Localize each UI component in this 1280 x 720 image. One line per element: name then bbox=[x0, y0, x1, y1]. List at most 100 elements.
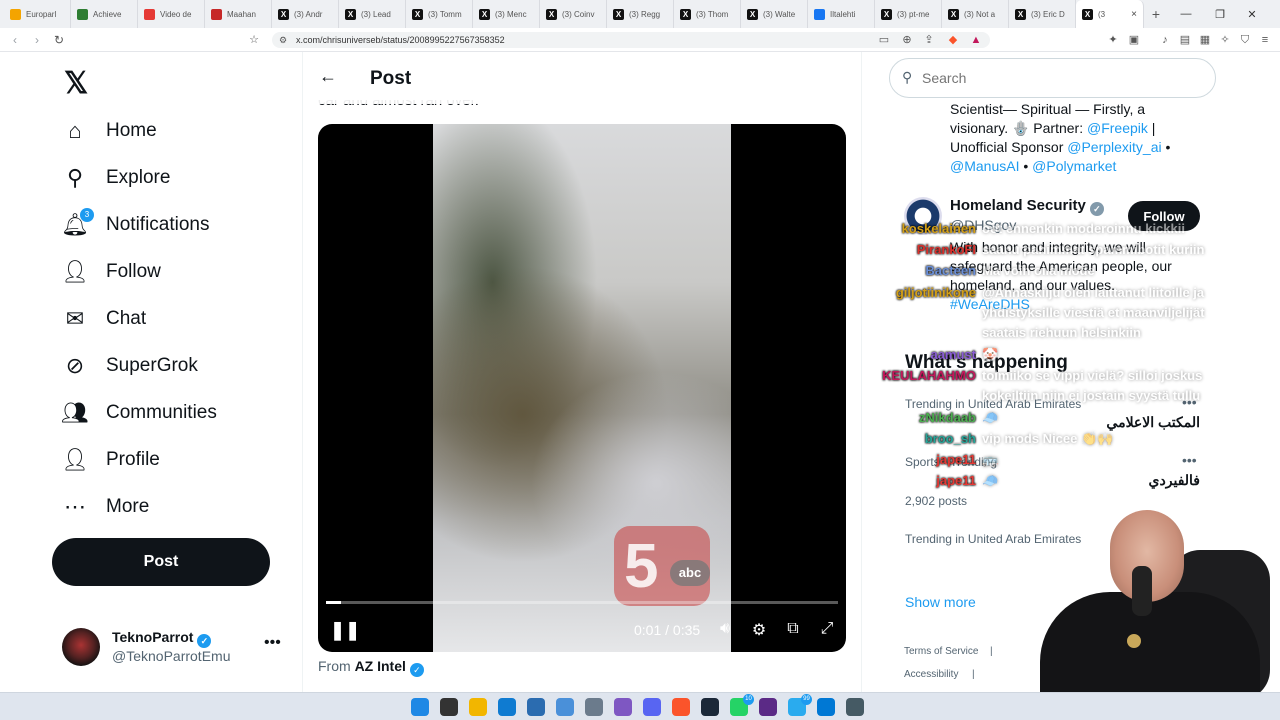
browser-tab[interactable]: X (3) Regg bbox=[607, 0, 674, 28]
browser-tab[interactable]: X (3) Menc bbox=[473, 0, 540, 28]
brave-shield-icon[interactable]: ◆ bbox=[946, 33, 960, 47]
browser-tab[interactable]: Achieve bbox=[71, 0, 138, 28]
post-button[interactable]: Post bbox=[52, 538, 270, 586]
suggested-account-name[interactable]: Homeland Security ✓ bbox=[950, 197, 1104, 216]
app-icon-3[interactable] bbox=[759, 698, 777, 716]
leo-icon[interactable]: ✧ bbox=[1218, 33, 1232, 47]
x-icon: X bbox=[345, 8, 356, 20]
mention-link[interactable]: @Perplexity_ai bbox=[1067, 139, 1161, 155]
browser-tab[interactable]: X (3) pt-me bbox=[875, 0, 942, 28]
settings-icon[interactable]: ⚙ bbox=[748, 620, 770, 640]
account-switcher[interactable]: TeknoParrot ✓ @TeknoParrotEmu ••• bbox=[62, 626, 292, 668]
volume-icon[interactable]: 🔊︎ bbox=[714, 620, 736, 638]
reload-icon[interactable]: ↻ bbox=[48, 33, 70, 47]
nav-item-profile[interactable]: 👤︎ Profile bbox=[61, 440, 160, 480]
main-column: car and almost ran over. ← Post 5 abc ❚❚… bbox=[302, 52, 862, 692]
menu-icon[interactable]: ≡ bbox=[1258, 33, 1272, 47]
search-box[interactable]: ⚲ bbox=[889, 58, 1216, 98]
show-more-link[interactable]: Show more bbox=[905, 594, 976, 610]
screenshot-icon[interactable]: ▣ bbox=[1127, 33, 1141, 47]
browser-tab[interactable]: X (3) Thom bbox=[674, 0, 741, 28]
source-name[interactable]: AZ Intel bbox=[355, 658, 406, 674]
music-icon[interactable]: ♪ bbox=[1158, 33, 1172, 47]
mention-link[interactable]: @Polymarket bbox=[1032, 158, 1116, 174]
browser-tab[interactable]: X (3) Lead bbox=[339, 0, 406, 28]
settings-icon[interactable] bbox=[585, 698, 603, 716]
more-dots-icon[interactable]: ••• bbox=[264, 634, 281, 652]
nav-item-follow[interactable]: 👤︎ Follow bbox=[61, 252, 161, 292]
site-info-icon[interactable]: ⚙ bbox=[276, 33, 290, 47]
app-icon-2[interactable] bbox=[614, 698, 632, 716]
close-tab-icon[interactable]: × bbox=[1131, 9, 1137, 20]
nav-item-communities[interactable]: 👥︎ Communities bbox=[61, 393, 217, 433]
nav-item-more[interactable]: ⋯ More bbox=[62, 487, 149, 527]
nav-item-notifications[interactable]: 🔔︎ 3 Notifications bbox=[61, 205, 210, 245]
back-arrow-icon[interactable]: ← bbox=[319, 66, 337, 87]
account-handle: @TeknoParrotEmu bbox=[112, 648, 231, 664]
new-tab-icon[interactable]: + bbox=[1144, 6, 1168, 22]
rewards-icon[interactable]: ▲ bbox=[969, 33, 983, 47]
trend-title[interactable]: فالفيردي bbox=[1098, 472, 1200, 489]
mail-icon: ✉ bbox=[65, 306, 85, 331]
file-explorer-icon[interactable] bbox=[469, 698, 487, 716]
account-bio: Scientist— Spiritual — Firstly, a vision… bbox=[950, 100, 1190, 176]
minimize-icon[interactable]: — bbox=[1169, 0, 1203, 28]
mention-link[interactable]: @Freepik bbox=[1087, 120, 1148, 136]
share-icon[interactable]: ⇪ bbox=[922, 33, 936, 47]
more-dots-icon[interactable]: ••• bbox=[1182, 452, 1197, 468]
task-view-icon[interactable] bbox=[440, 698, 458, 716]
avatar bbox=[62, 628, 100, 666]
browser-tab[interactable]: X (3) Tomm bbox=[406, 0, 473, 28]
vscode-icon[interactable] bbox=[817, 698, 835, 716]
browser-tab[interactable]: X (3) Eric D bbox=[1009, 0, 1076, 28]
nav-item-supergrok[interactable]: ⊘ SuperGrok bbox=[62, 346, 198, 386]
footer-link[interactable]: Accessibility bbox=[904, 669, 958, 680]
maximize-icon[interactable]: ❐ bbox=[1203, 0, 1237, 28]
forward-icon[interactable]: › bbox=[26, 33, 48, 47]
whatsapp-icon[interactable]: 10 bbox=[730, 694, 754, 716]
trend-title[interactable]: المكتب الاعلامي bbox=[1098, 414, 1200, 431]
chat-text: 🤡 bbox=[982, 347, 999, 362]
brave-icon[interactable] bbox=[672, 698, 690, 716]
edge-icon[interactable] bbox=[498, 698, 516, 716]
sidebar-toggle-icon[interactable]: ▤ bbox=[1178, 33, 1192, 47]
browser-tab[interactable]: Iltalehti bbox=[808, 0, 875, 28]
browser-tab[interactable]: Maahan bbox=[205, 0, 272, 28]
mention-link[interactable]: @ManusAI bbox=[950, 158, 1019, 174]
zoom-icon[interactable]: ⊕ bbox=[900, 33, 914, 47]
windows-start-icon[interactable] bbox=[411, 698, 429, 716]
steam-icon[interactable] bbox=[701, 698, 719, 716]
browser-tab[interactable]: X (3 × bbox=[1076, 0, 1144, 28]
bookmark-icon[interactable]: ☆ bbox=[247, 33, 261, 47]
app-icon[interactable] bbox=[556, 698, 574, 716]
browser-tab[interactable]: X (3) Walte bbox=[741, 0, 808, 28]
footer-link[interactable]: Terms of Service bbox=[904, 646, 978, 657]
nav-item-explore[interactable]: ⚲ Explore bbox=[62, 158, 170, 198]
vpn-icon[interactable]: ⛉ bbox=[1238, 33, 1252, 47]
wallet-icon[interactable]: ▦ bbox=[1198, 33, 1212, 47]
discord-icon[interactable] bbox=[643, 698, 661, 716]
browser-tab[interactable]: Europarl bbox=[4, 0, 71, 28]
calculator-icon[interactable] bbox=[846, 698, 864, 716]
nav-item-home[interactable]: ⌂ Home bbox=[62, 111, 157, 151]
video-progress-bar[interactable] bbox=[326, 601, 838, 604]
picture-in-picture-icon[interactable]: ⧉ bbox=[782, 620, 804, 638]
browser-tab[interactable]: X (3) Not a bbox=[942, 0, 1009, 28]
browser-tab[interactable]: X (3) Andr bbox=[272, 0, 339, 28]
telegram-icon[interactable]: 99 bbox=[788, 694, 812, 716]
close-window-icon[interactable]: ✕ bbox=[1235, 0, 1269, 28]
nav-item-chat[interactable]: ✉ Chat bbox=[62, 299, 146, 339]
store-icon[interactable] bbox=[527, 698, 545, 716]
cast-icon[interactable]: ▭ bbox=[877, 33, 891, 47]
browser-tab[interactable]: Video de bbox=[138, 0, 205, 28]
video-player[interactable]: 5 abc ❚❚ 0:01 / 0:35 🔊︎ ⚙ ⧉ ⤢ bbox=[318, 124, 846, 652]
tab-title: (3) pt-me bbox=[897, 9, 930, 19]
nav-label: Home bbox=[106, 120, 157, 141]
search-input[interactable] bbox=[922, 68, 1202, 88]
browser-tab[interactable]: X (3) Coinv bbox=[540, 0, 607, 28]
extensions-icon[interactable]: ✦ bbox=[1106, 33, 1120, 47]
pause-icon[interactable]: ❚❚ bbox=[330, 620, 360, 641]
back-icon[interactable]: ‹ bbox=[4, 33, 26, 47]
fullscreen-icon[interactable]: ⤢ bbox=[816, 620, 838, 638]
x-logo-icon[interactable]: 𝕏 bbox=[64, 66, 88, 101]
